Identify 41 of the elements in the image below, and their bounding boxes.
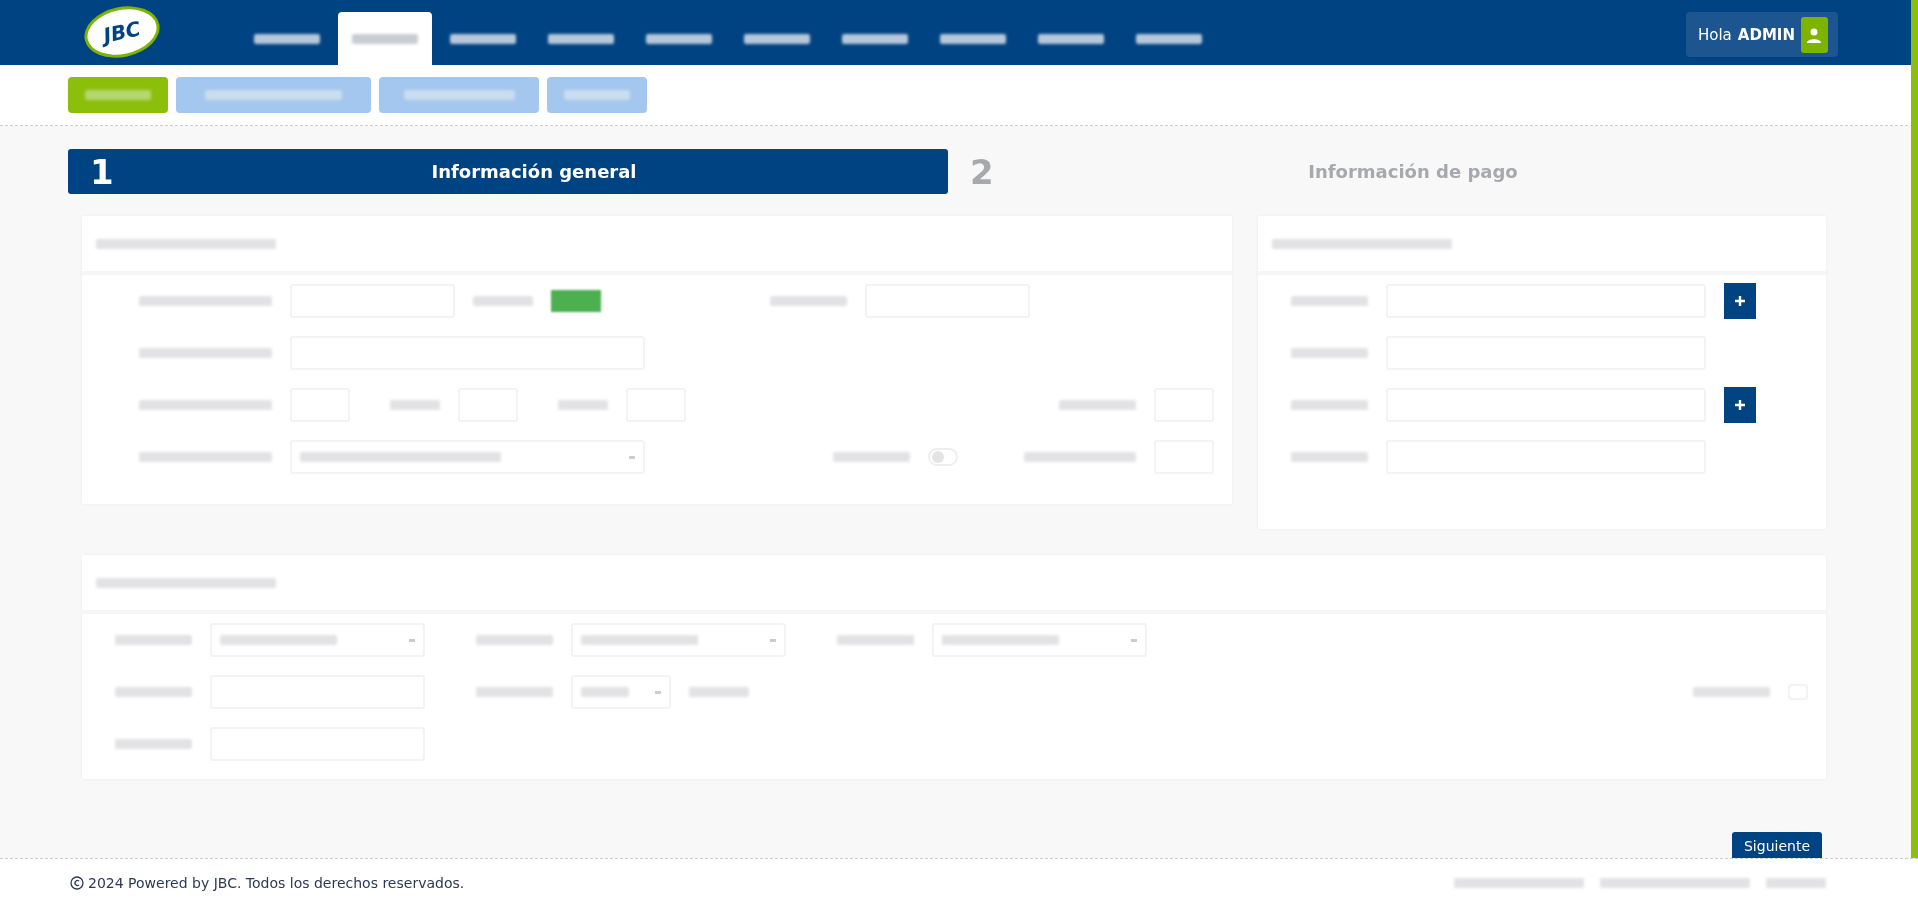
blurred-text [1766,878,1826,888]
blurred-text [564,90,630,100]
select-field[interactable] [571,675,671,709]
blurred-text [1136,33,1202,44]
blurred-text [557,400,608,410]
section-button[interactable] [547,77,647,113]
status-badge [551,290,601,312]
select-field[interactable] [210,623,425,657]
copyright-text: 2024 Powered by JBC. Todos los derechos reservados. [70,875,465,891]
blurred-text [254,33,320,44]
blurred-text [548,33,614,44]
plus-icon [1734,399,1746,411]
scrollbar[interactable] [1911,0,1918,858]
add-button[interactable] [1724,387,1756,423]
user-name: ADMIN [1737,25,1795,44]
blurred-text [450,33,516,44]
step-tab[interactable]: 1 Información general [68,149,948,194]
toggle-switch[interactable] [928,448,958,466]
blurred-text [352,33,418,44]
blurred-text [473,296,533,306]
plus-icon [1734,295,1746,307]
select-field[interactable] [290,440,645,474]
section-button[interactable] [68,77,168,113]
add-button[interactable] [1724,283,1756,319]
section-button[interactable] [176,77,371,113]
blurred-text [940,33,1006,44]
user-icon [1806,26,1823,43]
blurred-text [389,400,440,410]
section-button[interactable] [379,77,539,113]
copyright-icon [70,876,84,890]
blurred-text [744,33,810,44]
blurred-text [1038,33,1104,44]
select-field[interactable] [932,623,1147,657]
next-button[interactable]: Siguiente [1732,832,1822,860]
blurred-text [842,33,908,44]
select-field[interactable] [571,623,786,657]
blurred-text [689,687,749,697]
greeting: Hola [1698,25,1732,44]
blurred-text [85,90,151,100]
blurred-text [646,33,712,44]
user-menu[interactable]: Hola ADMIN [1686,12,1838,57]
